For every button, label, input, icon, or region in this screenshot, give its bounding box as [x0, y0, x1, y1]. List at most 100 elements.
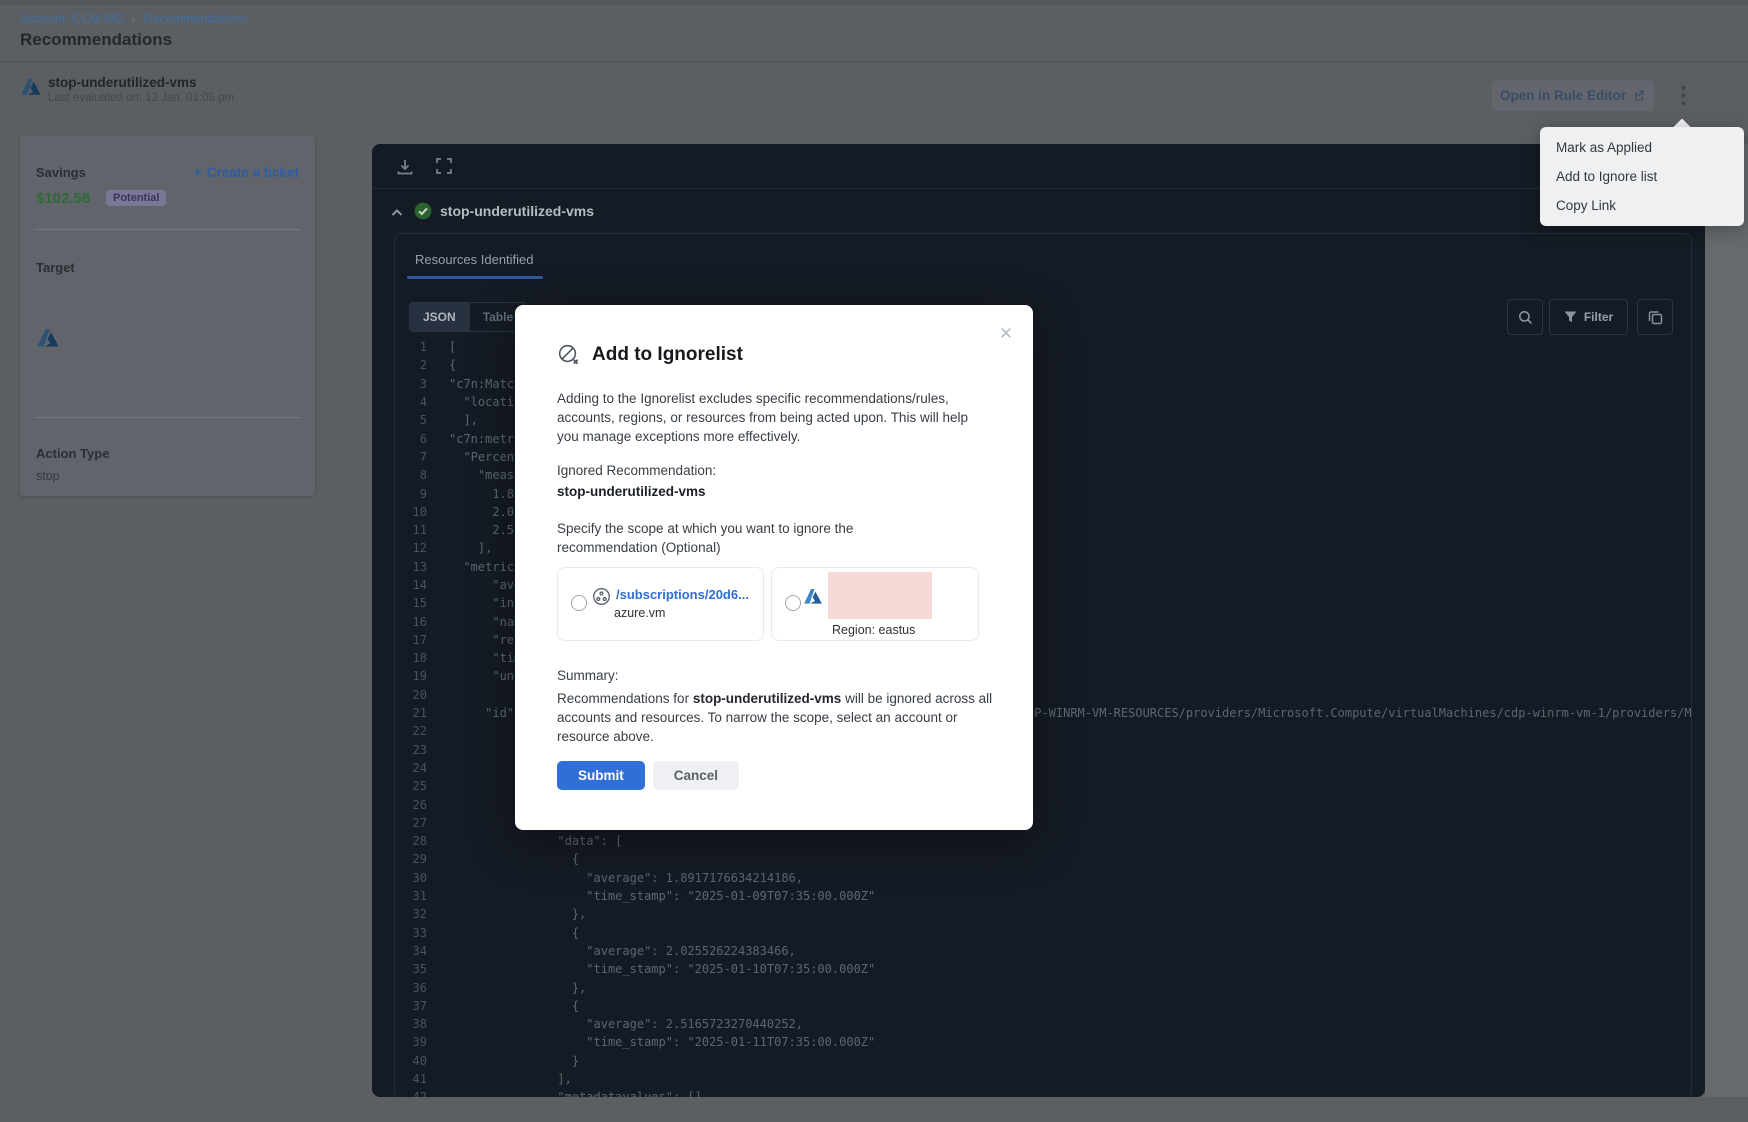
- summary-rule-name: stop-underutilized-vms: [693, 691, 842, 706]
- action-type-value: stop: [36, 469, 60, 483]
- scope-option-subscription[interactable]: /subscriptions/20d6... azure.vm: [557, 567, 764, 641]
- collapse-chevron-icon[interactable]: [390, 206, 404, 220]
- code-line: 36 },: [397, 978, 1692, 996]
- target-azure-icon: [36, 326, 60, 350]
- line-number: 38: [397, 1017, 427, 1031]
- savings-amount: $102.58: [36, 190, 90, 207]
- code-line: 29 {: [397, 850, 1692, 868]
- subscription-radio[interactable]: [571, 595, 587, 611]
- kebab-icon: [1681, 85, 1686, 106]
- success-check-icon: [414, 202, 432, 220]
- line-number: 41: [397, 1072, 427, 1086]
- toggle-json[interactable]: JSON: [410, 303, 469, 331]
- line-number: 36: [397, 981, 427, 995]
- add-to-ignorelist-modal: ✕ Add to Ignorelist Adding to the Ignore…: [515, 305, 1033, 830]
- view-toggle: JSON Table: [409, 302, 527, 332]
- recommendations-page: Account: CCM-NG › Recommendations Recomm…: [0, 0, 1748, 1122]
- line-number: 10: [397, 505, 427, 519]
- line-number: 2: [397, 358, 427, 372]
- fullscreen-icon[interactable]: [435, 157, 457, 179]
- ignored-recommendation-label: Ignored Recommendation:: [557, 463, 991, 478]
- line-number: 40: [397, 1054, 427, 1068]
- right-scroll-strip[interactable]: [1705, 144, 1748, 1097]
- line-number: 12: [397, 541, 427, 555]
- download-icon[interactable]: [395, 157, 417, 179]
- line-number: 34: [397, 944, 427, 958]
- code-line: 31 "time_stamp": "2025-01-09T07:35:00.00…: [397, 887, 1692, 905]
- code-line: 30 "average": 1.8917176634214186,: [397, 869, 1692, 887]
- create-ticket-button[interactable]: + Create a ticket: [194, 165, 299, 180]
- line-number: 37: [397, 999, 427, 1013]
- modal-title: Add to Ignorelist: [592, 344, 743, 366]
- code-line: 42 "metadatavalues": []: [397, 1088, 1692, 1097]
- open-in-rule-editor-button[interactable]: Open in Rule Editor: [1492, 80, 1654, 111]
- panel-rule-name: stop-underutilized-vms: [440, 203, 594, 219]
- top-strip: [0, 0, 1748, 5]
- filter-button[interactable]: Filter: [1549, 299, 1628, 335]
- copy-icon: [1648, 310, 1663, 325]
- page-title: Recommendations: [20, 30, 172, 50]
- copy-button[interactable]: [1637, 299, 1673, 335]
- submit-button[interactable]: Submit: [557, 761, 645, 790]
- line-number: 35: [397, 962, 427, 976]
- close-icon[interactable]: ✕: [997, 325, 1015, 343]
- breadcrumb-recommendations-link[interactable]: Recommendations: [144, 12, 248, 26]
- savings-potential-badge: Potential: [106, 190, 166, 206]
- scope-prompt: Specify the scope at which you want to i…: [557, 519, 929, 557]
- line-number: 32: [397, 907, 427, 921]
- search-button[interactable]: [1507, 299, 1543, 335]
- subscription-resource-name: azure.vm: [614, 606, 665, 620]
- breadcrumb-account-link[interactable]: Account: CCM-NG: [20, 12, 124, 26]
- ignored-recommendation-value: stop-underutilized-vms: [557, 484, 991, 499]
- line-number: 39: [397, 1035, 427, 1049]
- line-number: 30: [397, 871, 427, 885]
- line-number: 28: [397, 834, 427, 848]
- menu-item[interactable]: Add to Ignore list: [1540, 162, 1744, 191]
- rule-name: stop-underutilized-vms: [48, 75, 197, 90]
- line-number: 13: [397, 560, 427, 574]
- savings-label: Savings: [36, 165, 86, 180]
- search-icon: [1518, 310, 1533, 325]
- code-line: 37 {: [397, 997, 1692, 1015]
- region-radio[interactable]: [785, 595, 801, 611]
- line-number: 7: [397, 450, 427, 464]
- context-menu: Mark as AppliedAdd to Ignore listCopy Li…: [1540, 127, 1744, 226]
- action-type-label: Action Type: [36, 446, 109, 461]
- line-number: 4: [397, 395, 427, 409]
- cancel-button[interactable]: Cancel: [653, 761, 739, 790]
- line-number: 26: [397, 798, 427, 812]
- subscription-icon: [592, 587, 611, 606]
- line-number: 19: [397, 669, 427, 683]
- plus-icon: +: [194, 165, 202, 180]
- code-line: 40 }: [397, 1052, 1692, 1070]
- line-number: 31: [397, 889, 427, 903]
- menu-item[interactable]: Copy Link: [1540, 191, 1744, 220]
- active-tab-underline: [407, 276, 543, 279]
- line-number: 24: [397, 761, 427, 775]
- code-line: 32 },: [397, 905, 1692, 923]
- line-number: 20: [397, 688, 427, 702]
- sidebar-divider: [34, 229, 301, 230]
- code-line: 34 "average": 2.025526224383466,: [397, 942, 1692, 960]
- code-line: 28 "data": [: [397, 832, 1692, 850]
- line-number: 11: [397, 523, 427, 537]
- summary-label: Summary:: [557, 668, 991, 683]
- tab-resources-identified[interactable]: Resources Identified: [415, 252, 534, 267]
- summary-sidebar-card: Savings + Create a ticket $102.58 Potent…: [20, 136, 315, 496]
- menu-item[interactable]: Mark as Applied: [1540, 133, 1744, 162]
- redacted-region-box: [828, 572, 932, 619]
- line-number: 17: [397, 633, 427, 647]
- line-number: 22: [397, 724, 427, 738]
- azure-logo-icon: [803, 589, 823, 604]
- external-link-icon: [1633, 89, 1646, 102]
- code-line: 33 {: [397, 924, 1692, 942]
- line-number: 27: [397, 816, 427, 830]
- kebab-menu-button[interactable]: [1670, 80, 1696, 111]
- summary-text: Recommendations for stop-underutilized-v…: [557, 689, 995, 746]
- line-number: 9: [397, 487, 427, 501]
- code-line: 35 "time_stamp": "2025-01-10T07:35:00.00…: [397, 960, 1692, 978]
- region-label: Region: eastus: [832, 623, 915, 637]
- subscription-link[interactable]: /subscriptions/20d6...: [616, 587, 749, 602]
- scope-option-region[interactable]: Region: eastus: [771, 567, 979, 641]
- line-number: 1: [397, 340, 427, 354]
